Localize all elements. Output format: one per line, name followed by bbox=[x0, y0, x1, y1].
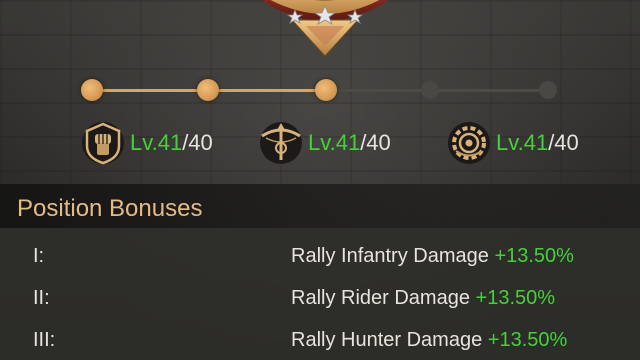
hunter-current-level: Lv.41 bbox=[496, 130, 549, 155]
troop-rider-level: Lv.41/40 bbox=[258, 118, 391, 168]
hunter-max-level: /40 bbox=[548, 130, 579, 155]
bonus-row-2-value: +13.50% bbox=[475, 287, 556, 309]
bonus-row-2-label: Rally Rider Damage bbox=[291, 287, 470, 309]
bonus-row-3-label: Rally Hunter Damage bbox=[291, 329, 483, 351]
infantry-current-level: Lv.41 bbox=[130, 130, 183, 155]
bonus-row-3-value: +13.50% bbox=[487, 329, 568, 351]
fist-shield-icon bbox=[82, 122, 124, 165]
rider-current-level: Lv.41 bbox=[308, 130, 361, 155]
troop-hunter-level: Lv.41/40 bbox=[446, 118, 579, 168]
bonus-row-1-value: +13.50% bbox=[494, 245, 574, 267]
bonus-section-title: Position Bonuses bbox=[17, 195, 203, 222]
bonus-row-3-number: III: bbox=[33, 329, 56, 351]
bonus-row-2: Rally Rider Damage +13.50% bbox=[291, 287, 555, 310]
bonus-row-3: Rally Hunter Damage +13.50% bbox=[291, 329, 567, 352]
rider-max-level: /40 bbox=[360, 130, 391, 155]
rank-emblem-icon bbox=[262, 0, 388, 57]
troop-infantry-level: Lv.41/40 bbox=[80, 118, 213, 168]
progress-node-5 bbox=[539, 81, 557, 99]
progress-node-2 bbox=[197, 79, 219, 101]
infantry-max-level: /40 bbox=[182, 130, 213, 155]
gear-wheel-icon bbox=[448, 122, 490, 164]
bonus-row-1-label: Rally Infantry Damage bbox=[291, 245, 489, 267]
progress-node-4 bbox=[421, 81, 439, 99]
bonus-row-1: Rally Infantry Damage +13.50% bbox=[291, 245, 574, 268]
crossbow-icon bbox=[260, 122, 302, 164]
bonus-row-1-number: I: bbox=[33, 245, 45, 267]
progress-node-3 bbox=[315, 79, 337, 101]
progress-node-1 bbox=[81, 79, 103, 101]
bonus-row-2-number: II: bbox=[33, 287, 50, 309]
